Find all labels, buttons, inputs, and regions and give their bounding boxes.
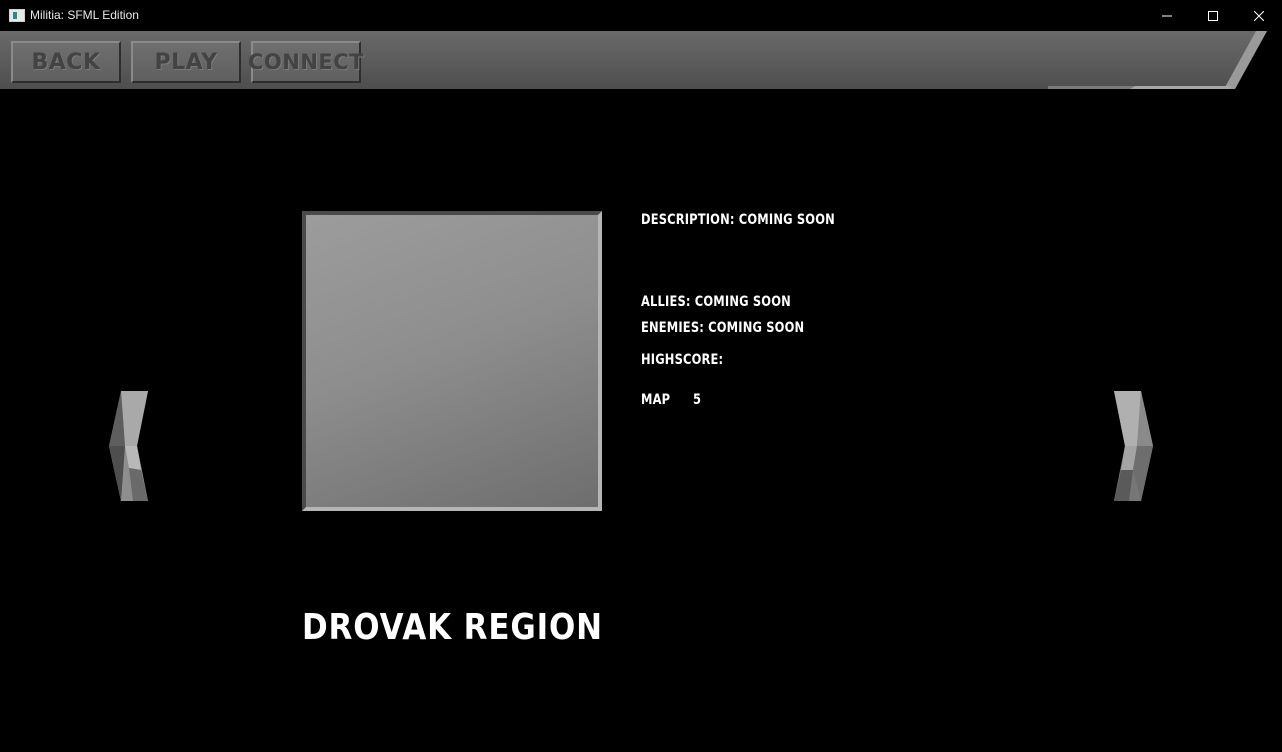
chevron-right-icon <box>1114 391 1153 501</box>
back-button[interactable]: BACK <box>11 41 121 83</box>
connect-button[interactable]: CONNECT <box>248 41 364 83</box>
map-preview-image <box>302 211 602 511</box>
map-name: DROVAK REGION <box>302 607 603 648</box>
prev-map-button[interactable] <box>107 390 149 502</box>
maximize-button[interactable] <box>1190 0 1236 31</box>
map-highscore-label: HIGHSCORE: <box>641 352 724 368</box>
window-title: Militia: SFML Edition <box>30 8 139 22</box>
minimize-button[interactable] <box>1144 0 1190 31</box>
map-description: DESCRIPTION: COMING SOON <box>641 212 835 228</box>
chevron-left-icon <box>109 391 148 501</box>
map-enemies: ENEMIES: COMING SOON <box>641 320 805 336</box>
map-number-value: 5 <box>693 392 702 408</box>
maximize-icon <box>1208 10 1218 21</box>
window-titlebar: Militia: SFML Edition <box>0 0 1282 31</box>
map-number-label: MAP <box>641 392 671 408</box>
play-button[interactable]: PLAY <box>131 41 241 83</box>
minimize-icon <box>1162 15 1172 16</box>
close-button[interactable] <box>1236 0 1282 31</box>
next-map-button[interactable] <box>1113 390 1155 502</box>
app-icon <box>9 9 25 22</box>
map-allies: ALLIES: COMING SOON <box>641 294 791 310</box>
close-icon <box>1254 10 1264 21</box>
